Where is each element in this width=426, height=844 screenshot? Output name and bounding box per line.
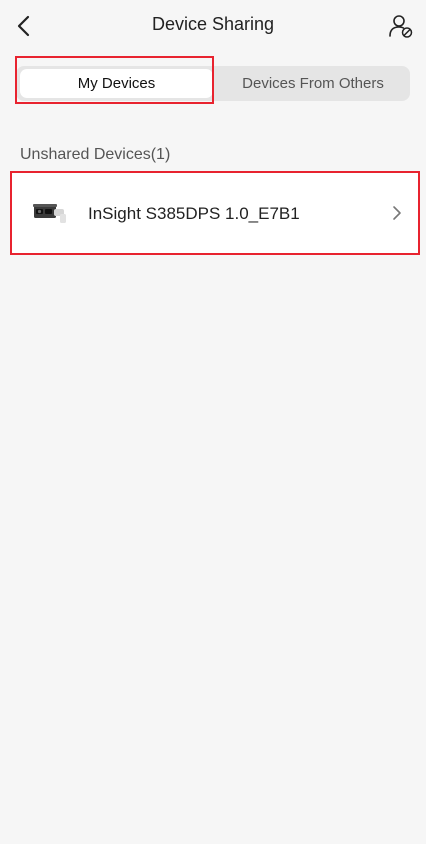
device-name: InSight S385DPS 1.0_E7B1 [88,204,300,223]
tab-my-devices[interactable]: My Devices [20,69,213,98]
section-title: Unshared Devices(1) [20,146,171,163]
device-row[interactable]: InSight S385DPS 1.0_E7B1 [12,172,418,254]
user-share-settings-icon [389,15,413,38]
page-title: Device Sharing [151,14,275,34]
header: Device Sharing [0,0,426,52]
user-settings-button[interactable] [386,11,416,41]
tab-devices-from-others[interactable]: Devices From Others [216,66,410,101]
chevron-right-icon [393,206,401,220]
device-tabs: My Devices Devices From Others [16,66,410,101]
camera-icon [33,204,66,223]
